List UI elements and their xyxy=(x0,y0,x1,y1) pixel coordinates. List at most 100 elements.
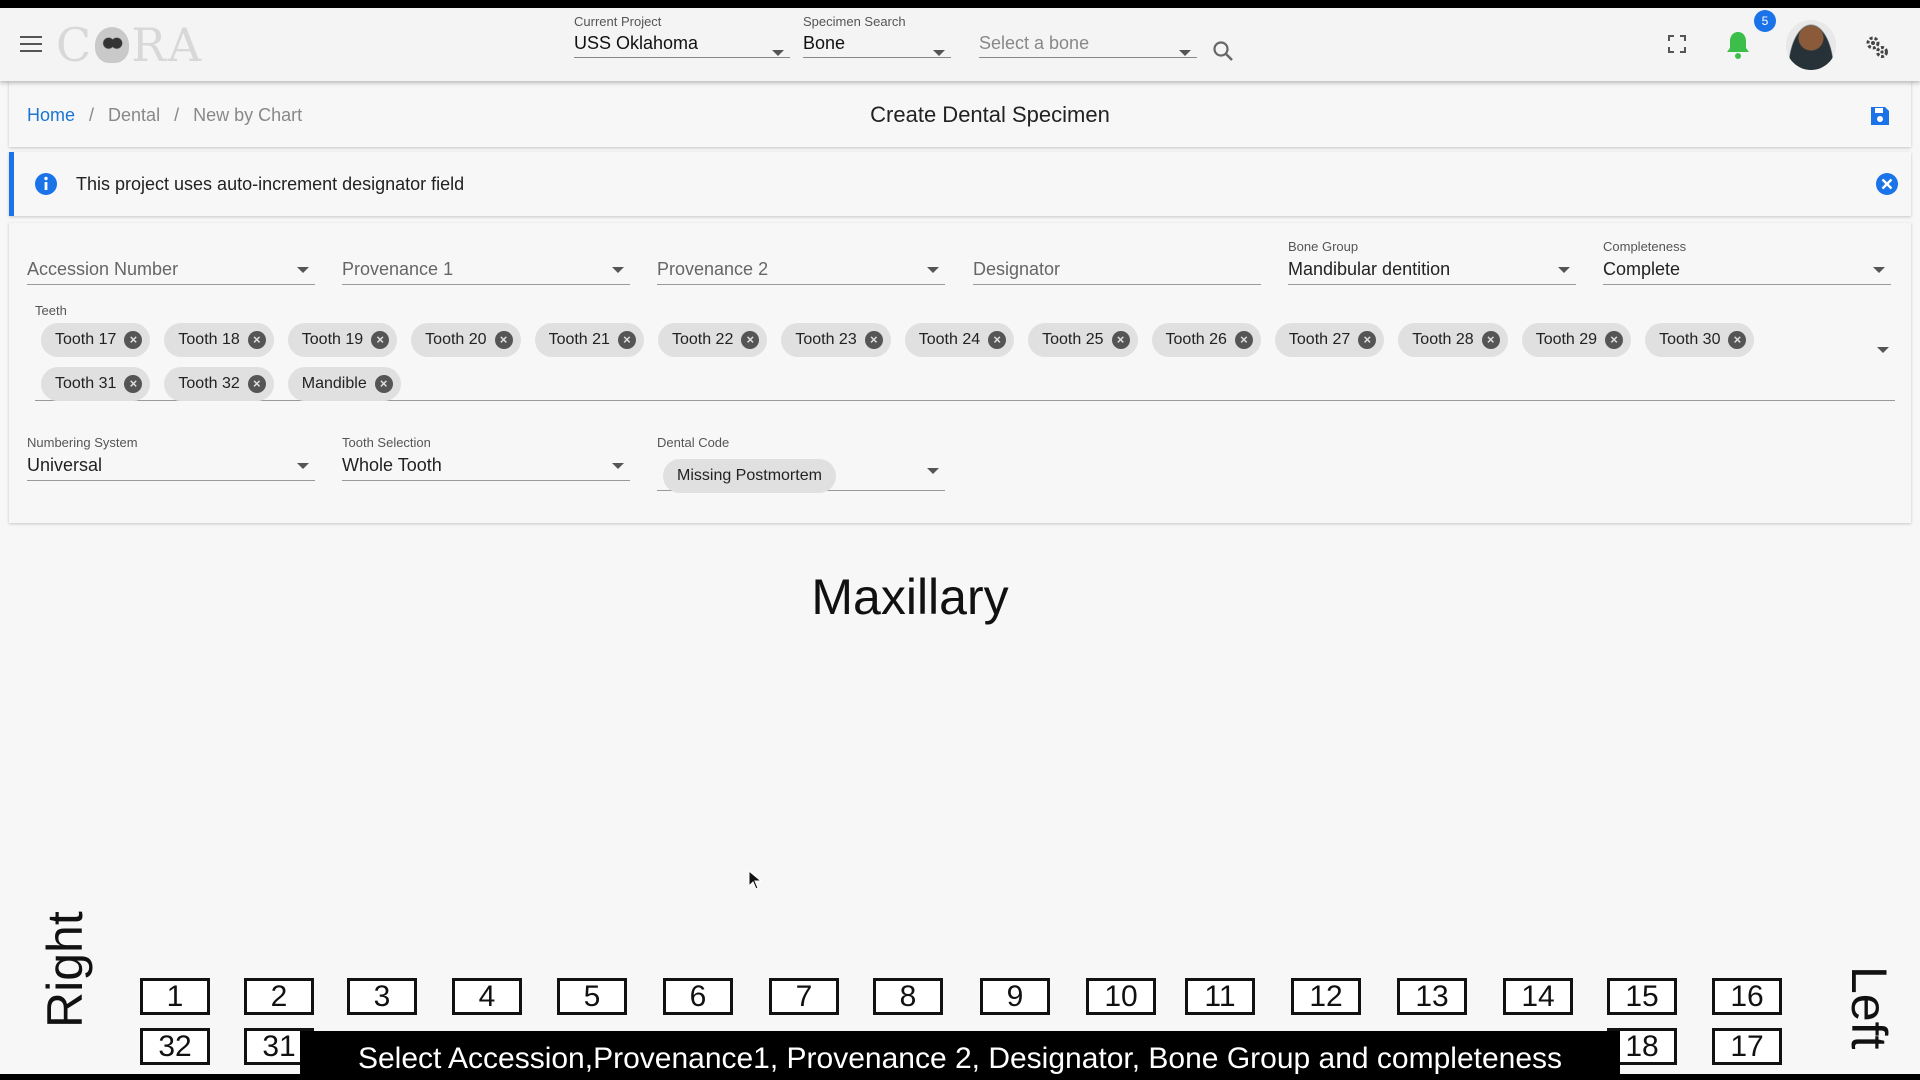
teeth-multiselect[interactable]: Teeth Tooth 17 × Tooth 18 × Tooth 19 × Tooth 2… xyxy=(35,303,1895,401)
tooth-box-11[interactable]: 11 xyxy=(1185,978,1255,1015)
tooth-box-4[interactable]: 4 xyxy=(452,978,522,1015)
tooth-chip[interactable]: Tooth 30 × xyxy=(1645,323,1755,357)
specimen-search-value[interactable]: Bone xyxy=(803,30,951,58)
tooth-chip[interactable]: Tooth 24 × xyxy=(904,323,1015,357)
fullscreen-icon[interactable] xyxy=(1668,35,1686,58)
provenance2-placeholder[interactable]: Provenance 2 xyxy=(657,255,945,285)
accession-number-placeholder[interactable]: Accession Number xyxy=(27,255,315,285)
chip-remove-icon[interactable]: × xyxy=(864,331,883,349)
chip-remove-icon[interactable]: × xyxy=(1605,331,1624,349)
tooth-chip[interactable]: Tooth 23 × xyxy=(781,323,891,357)
tooth-box-5[interactable]: 5 xyxy=(557,978,627,1015)
tooth-box-16[interactable]: 16 xyxy=(1712,978,1782,1015)
tooth-box-9[interactable]: 9 xyxy=(980,978,1050,1015)
chip-remove-icon[interactable]: × xyxy=(1481,331,1500,349)
chevron-down-icon xyxy=(1873,267,1885,273)
menu-icon[interactable] xyxy=(20,36,42,52)
tooth-box-1[interactable]: 1 xyxy=(140,978,210,1015)
numbering-system-value[interactable]: Universal xyxy=(27,451,315,481)
chip-remove-icon[interactable]: × xyxy=(1111,331,1130,349)
chip-remove-icon[interactable]: × xyxy=(988,331,1007,349)
tooth-chip[interactable]: Tooth 25 × xyxy=(1028,323,1138,357)
chip-remove-icon[interactable]: × xyxy=(124,331,143,349)
chip-label: Tooth 28 xyxy=(1412,331,1474,348)
notification-count-badge: 5 xyxy=(1754,10,1776,32)
save-icon[interactable] xyxy=(1869,105,1891,132)
tooth-chip[interactable]: Tooth 22 × xyxy=(657,323,768,357)
teeth-label: Teeth xyxy=(35,303,67,318)
tooth-chip[interactable]: Tooth 19 × xyxy=(287,323,398,357)
tooth-chip[interactable]: Tooth 31 × xyxy=(41,367,151,401)
tooth-chip[interactable]: Tooth 32 × xyxy=(164,367,274,401)
tooth-box-32[interactable]: 32 xyxy=(140,1028,210,1065)
chip-label: Tooth 22 xyxy=(671,331,734,348)
chip-remove-icon[interactable]: × xyxy=(124,375,143,393)
tooth-box-10[interactable]: 10 xyxy=(1086,978,1156,1015)
current-project-value[interactable]: USS Oklahoma xyxy=(574,30,790,58)
designator-input[interactable]: Designator xyxy=(973,239,1261,285)
tooth-box-6[interactable]: 6 xyxy=(663,978,733,1015)
tooth-box-2[interactable]: 2 xyxy=(244,978,314,1015)
completeness-value[interactable]: Complete xyxy=(1603,255,1891,285)
tooth-box-7[interactable]: 7 xyxy=(769,978,839,1015)
completeness-select[interactable]: Completeness Complete xyxy=(1603,239,1891,285)
specimen-form: Accession Number Provenance 1 Provenance… xyxy=(9,223,1911,523)
tooth-chip[interactable]: Tooth 21 × xyxy=(534,323,644,357)
tooth-chip[interactable]: Tooth 29 × xyxy=(1521,323,1632,357)
bone-group-select[interactable]: Bone Group Mandibular dentition xyxy=(1288,239,1576,285)
chip-remove-icon[interactable]: × xyxy=(247,331,266,349)
bone-group-value[interactable]: Mandibular dentition xyxy=(1288,255,1576,285)
app-logo[interactable]: C RA xyxy=(56,18,203,72)
chip-label: Tooth 20 xyxy=(425,331,487,348)
tooth-chip[interactable]: Tooth 17 × xyxy=(41,323,151,357)
chip-remove-icon[interactable]: × xyxy=(1234,331,1253,349)
tooth-box-8[interactable]: 8 xyxy=(873,978,943,1015)
tooth-chip[interactable]: Mandible × xyxy=(287,367,401,401)
current-project-select[interactable]: Current Project USS Oklahoma xyxy=(574,14,790,58)
numbering-system-select[interactable]: Numbering System Universal xyxy=(27,435,315,481)
chip-remove-icon[interactable]: × xyxy=(617,331,636,349)
chip-label: Tooth 19 xyxy=(301,331,364,348)
chevron-down-icon[interactable] xyxy=(1877,347,1889,353)
chevron-down-icon xyxy=(297,267,309,273)
tooth-chip[interactable]: Tooth 27 × xyxy=(1274,323,1385,357)
tooth-selection-select[interactable]: Tooth Selection Whole Tooth xyxy=(342,435,630,481)
chip-remove-icon[interactable]: × xyxy=(1728,331,1747,349)
chip-remove-icon[interactable]: × xyxy=(374,375,393,393)
specimen-search-select[interactable]: Specimen Search Bone xyxy=(803,14,951,58)
tooth-chip[interactable]: Tooth 18 × xyxy=(164,323,274,357)
chip-label: Tooth 25 xyxy=(1042,331,1104,348)
tooth-box-3[interactable]: 3 xyxy=(347,978,417,1015)
chip-remove-icon[interactable]: × xyxy=(371,331,390,349)
search-icon[interactable] xyxy=(1212,40,1234,67)
tooth-box-14[interactable]: 14 xyxy=(1503,978,1573,1015)
provenance1-placeholder[interactable]: Provenance 1 xyxy=(342,255,630,285)
tooth-chip[interactable]: Tooth 26 × xyxy=(1151,323,1261,357)
avatar[interactable] xyxy=(1786,20,1836,70)
provenance1-select[interactable]: Provenance 1 xyxy=(342,239,630,285)
tooth-selection-value[interactable]: Whole Tooth xyxy=(342,451,630,481)
tooth-box-13[interactable]: 13 xyxy=(1397,978,1467,1015)
tooth-box-15[interactable]: 15 xyxy=(1607,978,1677,1015)
chip-remove-icon[interactable]: × xyxy=(741,331,760,349)
close-icon[interactable] xyxy=(1875,172,1899,201)
dental-code-chip[interactable]: Missing Postmortem xyxy=(663,459,836,493)
designator-placeholder[interactable]: Designator xyxy=(973,255,1261,285)
tooth-box-17[interactable]: 17 xyxy=(1712,1028,1782,1065)
provenance2-select[interactable]: Provenance 2 xyxy=(657,239,945,285)
right-side-label: Right xyxy=(37,911,93,1028)
settings-icon[interactable] xyxy=(1864,34,1890,65)
bone-select-placeholder[interactable]: Select a bone xyxy=(979,30,1197,58)
chip-remove-icon[interactable]: × xyxy=(247,375,266,393)
specimen-search-label: Specimen Search xyxy=(803,14,906,29)
chip-remove-icon[interactable]: × xyxy=(1358,331,1377,349)
bell-icon[interactable] xyxy=(1724,30,1752,65)
accession-number-select[interactable]: Accession Number xyxy=(27,239,315,285)
chip-remove-icon[interactable]: × xyxy=(494,331,513,349)
tooth-chip[interactable]: Tooth 28 × xyxy=(1398,323,1508,357)
tooth-box-12[interactable]: 12 xyxy=(1291,978,1361,1015)
chip-label: Tooth 17 xyxy=(55,331,117,348)
dental-code-select[interactable]: Dental Code Missing Postmortem xyxy=(657,435,945,493)
tooth-chip[interactable]: Tooth 20 × xyxy=(411,323,521,357)
bone-select[interactable]: Select a bone xyxy=(979,14,1197,58)
